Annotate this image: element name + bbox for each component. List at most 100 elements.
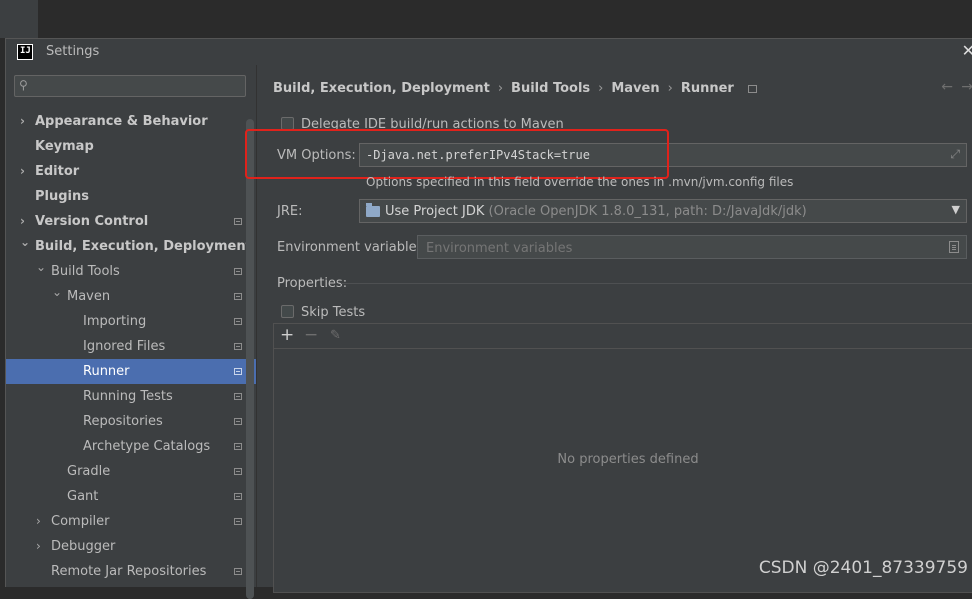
sidebar-item-gant[interactable]: Gant (6, 484, 256, 509)
breadcrumb-item[interactable]: Maven (611, 81, 659, 96)
sidebar-item-debugger[interactable]: › Debugger (6, 534, 256, 559)
sidebar-item-maven[interactable]: ⌄ Maven (6, 284, 256, 309)
sidebar-item-label: Keymap (35, 139, 94, 154)
expand-icon[interactable]: ⤢ (950, 147, 960, 162)
sidebar-item-editor[interactable]: › Editor (6, 159, 256, 184)
sidebar-item-ignored-files[interactable]: Ignored Files (6, 334, 256, 359)
sidebar-item-plugins[interactable]: Plugins (6, 184, 256, 209)
settings-dialog: IJ Settings ✕ ⚲ › Appearance & Behavior Ke… (5, 38, 972, 599)
sidebar-item-label: Ignored Files (83, 339, 166, 354)
project-scope-icon (234, 418, 242, 425)
settings-sidebar: ⚲ › Appearance & Behavior Keymap › Editor Plu… (6, 65, 256, 599)
properties-toolbar: + − ✎ (274, 324, 972, 349)
sidebar-scrollbar[interactable] (246, 119, 254, 599)
env-variables-label: Environment variables: (277, 240, 428, 255)
jre-label: JRE: (277, 204, 303, 219)
sidebar-item-label: Build, Execution, Deployment (35, 239, 252, 254)
chevron-down-icon[interactable]: ⌄ (20, 230, 30, 255)
project-scope-icon (234, 393, 242, 400)
sidebar-item-compiler[interactable]: › Compiler (6, 509, 256, 534)
runner-settings-panel: Build, Execution, Deployment › Build Tools… (245, 65, 972, 593)
chevron-right-icon[interactable]: › (36, 534, 41, 559)
project-scope-icon (234, 293, 242, 300)
sidebar-item-label: Appearance & Behavior (35, 114, 208, 129)
breadcrumb-item: Runner (680, 81, 734, 96)
chevron-down-icon[interactable]: ⌄ (36, 255, 46, 280)
project-scope-icon (234, 493, 242, 500)
jre-selected-value: Use Project JDK (Oracle OpenJDK 1.8.0_13… (385, 204, 807, 219)
sidebar-item-repositories[interactable]: Repositories (6, 409, 256, 434)
settings-search[interactable]: ⚲ (14, 75, 246, 97)
sidebar-item-remote-jar-repositories[interactable]: Remote Jar Repositories (6, 559, 256, 584)
project-scope-icon (234, 443, 242, 450)
breadcrumb-item[interactable]: Build, Execution, Deployment (273, 81, 490, 96)
sidebar-item-label: Compiler (51, 514, 110, 529)
chevron-right-icon[interactable]: › (20, 159, 25, 184)
project-scope-icon (234, 218, 242, 225)
sidebar-item-keymap[interactable]: Keymap (6, 134, 256, 159)
browse-document-icon[interactable] (949, 241, 959, 253)
sidebar-item-label: Editor (35, 164, 80, 179)
close-icon[interactable]: ✕ (962, 41, 972, 60)
project-scope-icon (234, 468, 242, 475)
properties-separator (341, 283, 972, 284)
project-scope-icon (234, 268, 242, 275)
sidebar-item-label: Remote Jar Repositories (51, 564, 207, 579)
breadcrumb-item[interactable]: Build Tools (511, 81, 590, 96)
chevron-down-icon[interactable]: ▼ (952, 203, 960, 216)
skip-tests-label[interactable]: Skip Tests (301, 305, 365, 320)
env-variables-input[interactable] (424, 239, 928, 257)
chevron-right-icon[interactable]: › (36, 509, 41, 534)
forward-arrow-icon[interactable]: → (961, 79, 972, 95)
search-input[interactable] (35, 77, 239, 97)
add-icon[interactable]: + (280, 325, 294, 345)
sidebar-item-label: Repositories (83, 414, 163, 429)
sidebar-item-label: Maven (67, 289, 111, 304)
jre-detail: (Oracle OpenJDK 1.8.0_131, path: D:/Java… (488, 204, 807, 219)
sidebar-item-label: Gant (67, 489, 99, 504)
intellij-logo-icon: IJ (17, 44, 33, 60)
project-scope-icon (234, 368, 242, 375)
skip-tests-checkbox[interactable] (281, 305, 294, 318)
vm-options-hint: Options specified in this field override… (366, 175, 794, 189)
edit-icon[interactable]: ✎ (330, 328, 341, 343)
search-icon: ⚲ (19, 78, 28, 92)
sidebar-item-version-control[interactable]: › Version Control (6, 209, 256, 234)
watermark: CSDN @2401_87339759 (758, 558, 968, 578)
jre-select[interactable]: Use Project JDK (Oracle OpenJDK 1.8.0_13… (359, 199, 967, 223)
breadcrumb-separator-icon: › (598, 81, 604, 96)
chevron-right-icon[interactable]: › (20, 109, 25, 134)
sidebar-item-label: Running Tests (83, 389, 173, 404)
project-scope-icon (747, 84, 757, 93)
sidebar-item-label: Runner (83, 364, 130, 379)
sidebar-item-label: Debugger (51, 539, 116, 554)
sidebar-item-label: Plugins (35, 189, 89, 204)
project-scope-icon (234, 518, 242, 525)
background-top-left (0, 0, 38, 38)
folder-icon (366, 203, 380, 217)
properties-table: + − ✎ No properties defined (273, 323, 972, 593)
breadcrumb-separator-icon: › (497, 81, 504, 96)
sidebar-item-runner[interactable]: Runner (6, 359, 256, 384)
remove-icon[interactable]: − (304, 325, 318, 345)
sidebar-item-build-tools[interactable]: ⌄ Build Tools (6, 259, 256, 284)
sidebar-item-importing[interactable]: Importing (6, 309, 256, 334)
project-scope-icon (234, 568, 242, 575)
window-title: Settings (46, 44, 100, 59)
chevron-down-icon[interactable]: ⌄ (52, 280, 62, 305)
breadcrumb-separator-icon: › (667, 81, 673, 96)
sidebar-item-gradle[interactable]: Gradle (6, 459, 256, 484)
sidebar-item-label: Gradle (67, 464, 111, 479)
background-top-bar (0, 0, 972, 38)
back-arrow-icon[interactable]: ← (941, 79, 953, 95)
properties-label: Properties: (277, 276, 348, 291)
sidebar-item-appearance-behavior[interactable]: › Appearance & Behavior (6, 109, 256, 134)
sidebar-item-label: Importing (83, 314, 147, 329)
breadcrumb: Build, Execution, Deployment › Build Tools… (273, 81, 757, 96)
sidebar-item-running-tests[interactable]: Running Tests (6, 384, 256, 409)
env-variables-field[interactable] (417, 235, 967, 259)
project-scope-icon (234, 318, 242, 325)
sidebar-item-archetype-catalogs[interactable]: Archetype Catalogs (6, 434, 256, 459)
title-bar: IJ Settings ✕ (6, 39, 972, 65)
settings-tree: › Appearance & Behavior Keymap › Editor Plugi… (6, 109, 256, 584)
